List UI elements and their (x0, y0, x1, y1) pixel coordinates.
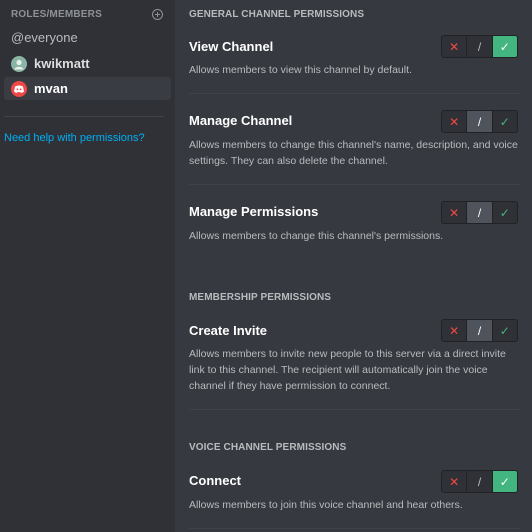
slash-icon: / (477, 323, 482, 338)
roles-members-header: ROLES/MEMBERS (11, 9, 163, 21)
check-icon: ✓ (499, 39, 510, 54)
permission-name-connect: Connect (189, 473, 241, 488)
check-icon: ✓ (499, 474, 510, 489)
permission-toggle-create-invite: ✕ / ✓ (441, 319, 518, 342)
permission-divider (189, 93, 520, 94)
allow-button[interactable]: ✓ (491, 111, 517, 132)
permission-name-create-invite: Create Invite (189, 323, 268, 338)
permission-toggle-manage-permissions: ✕ / ✓ (441, 201, 518, 224)
check-icon: ✓ (499, 323, 510, 338)
section-title-voice: VOICE CHANNEL PERMISSIONS (189, 442, 347, 453)
passthrough-button[interactable]: / (466, 320, 492, 341)
permission-desc-create-invite-line-2: link to this channel. The recipient will… (189, 364, 488, 376)
permission-divider (189, 528, 520, 529)
help-permissions-link[interactable]: Need help with permissions? (4, 132, 145, 144)
slash-icon: / (477, 114, 482, 129)
avatar (11, 55, 27, 72)
check-icon: ✓ (499, 205, 510, 220)
deny-button[interactable]: ✕ (442, 202, 466, 223)
permission-toggle-view-channel: ✕ / ✓ (441, 35, 518, 58)
passthrough-button[interactable]: / (466, 111, 492, 132)
section-title-membership: MEMBERSHIP PERMISSIONS (189, 292, 332, 303)
permission-divider (189, 409, 520, 410)
allow-button[interactable]: ✓ (491, 471, 517, 492)
allow-button[interactable]: ✓ (491, 320, 517, 341)
role-item-everyone[interactable]: @everyone (4, 26, 171, 49)
avatar (11, 80, 27, 97)
x-icon: ✕ (449, 323, 460, 338)
permission-name-manage-channel: Manage Channel (189, 113, 293, 128)
slash-icon: / (477, 39, 482, 54)
permission-divider (189, 184, 520, 185)
deny-button[interactable]: ✕ (442, 111, 466, 132)
permission-desc-connect: Allows members to join this voice channe… (189, 499, 463, 511)
sidebar-divider (4, 116, 164, 117)
user-avatar-icon (14, 59, 24, 69)
member-item-label: kwikmatt (34, 56, 90, 71)
member-item-mvan[interactable]: mvan (4, 77, 171, 100)
roles-members-title: ROLES/MEMBERS (11, 9, 102, 20)
x-icon: ✕ (449, 39, 460, 54)
permission-name-view-channel: View Channel (189, 39, 274, 54)
slash-icon: / (477, 205, 482, 220)
slash-icon: / (477, 474, 482, 489)
add-role-icon[interactable] (152, 9, 163, 20)
member-item-label: mvan (34, 81, 68, 96)
x-icon: ✕ (449, 205, 460, 220)
permission-desc-view-channel: Allows members to view this channel by d… (189, 64, 412, 76)
permission-desc-create-invite-line-1: Allows members to invite new people to t… (189, 348, 506, 360)
deny-button[interactable]: ✕ (442, 320, 466, 341)
allow-button[interactable]: ✓ (491, 36, 517, 57)
section-title-general: GENERAL CHANNEL PERMISSIONS (189, 9, 365, 20)
permission-name-manage-permissions: Manage Permissions (189, 204, 319, 219)
roles-sidebar: ROLES/MEMBERS @everyone kwikmatt mvan Ne… (0, 0, 175, 532)
x-icon: ✕ (449, 474, 460, 489)
deny-button[interactable]: ✕ (442, 36, 466, 57)
allow-button[interactable]: ✓ (491, 202, 517, 223)
passthrough-button[interactable]: / (466, 36, 491, 57)
permission-toggle-connect: ✕ / ✓ (441, 470, 518, 493)
member-item-kwikmatt[interactable]: kwikmatt (4, 52, 171, 75)
role-item-label: @everyone (11, 30, 78, 45)
permission-toggle-manage-channel: ✕ / ✓ (441, 110, 518, 133)
passthrough-button[interactable]: / (466, 202, 492, 223)
check-icon: ✓ (499, 114, 510, 129)
permission-desc-create-invite-line-3: channel if they have permission to conne… (189, 380, 391, 392)
discord-logo-icon (14, 85, 24, 93)
permission-desc-manage-channel-line-1: Allows members to change this channel's … (189, 139, 518, 151)
permission-desc-manage-permissions: Allows members to change this channel's … (189, 230, 444, 242)
permission-desc-manage-channel-line-2: settings. They can also delete the chann… (189, 155, 388, 167)
passthrough-button[interactable]: / (466, 471, 491, 492)
x-icon: ✕ (449, 114, 460, 129)
deny-button[interactable]: ✕ (442, 471, 466, 492)
